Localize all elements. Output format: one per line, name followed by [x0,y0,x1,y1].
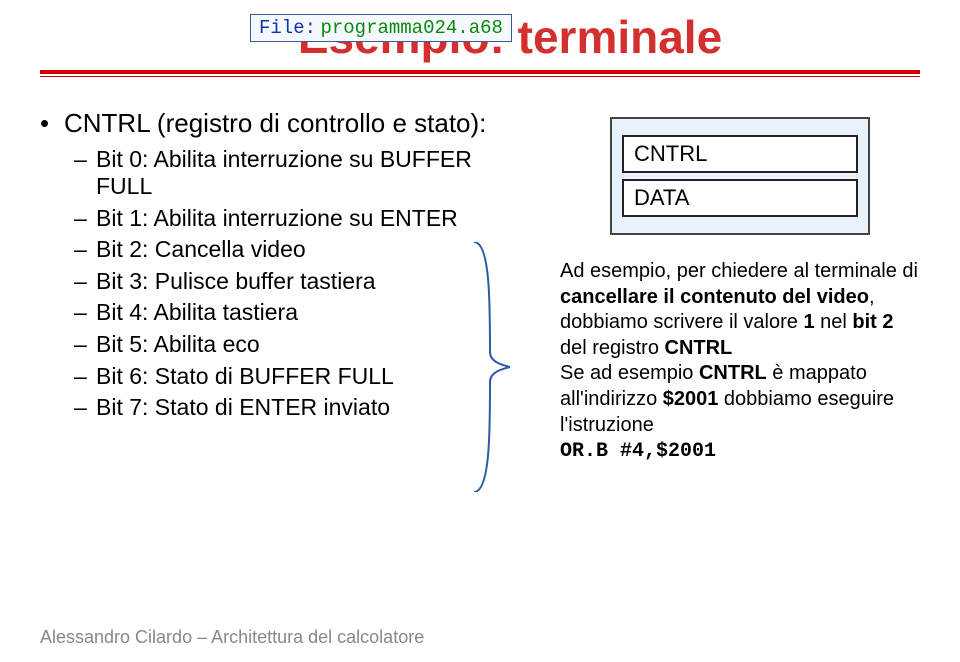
desc-text: Ad esempio, per chiedere al terminale di [560,260,918,282]
file-key: File: [259,17,316,39]
right-column: CNTRL DATA Ad esempio, per chiedere al t… [500,89,920,465]
register-block: CNTRL DATA [610,117,870,235]
divider-thin [40,76,920,77]
desc-bold: CNTRL [699,362,767,384]
desc-text: nel [815,311,853,333]
sub-bullet: Bit 7: Stato di ENTER inviato [40,394,490,422]
brace-icon [462,242,510,492]
sub-bullet: Bit 0: Abilita interruzione su BUFFER FU… [40,146,490,201]
sub-bullet: Bit 4: Abilita tastiera [40,299,490,327]
file-value: programma024.a68 [320,17,502,39]
divider-thick [40,70,920,74]
sub-bullet: Bit 3: Pulisce buffer tastiera [40,268,490,296]
sub-bullet: Bit 5: Abilita eco [40,331,490,359]
slide: Esempio: terminale File: programma024.a6… [0,0,960,662]
main-bullet: CNTRL (registro di controllo e stato): [40,107,490,140]
desc-text: del registro [560,337,665,359]
desc-bold: 1 [803,311,814,333]
sub-bullet: Bit 6: Stato di BUFFER FULL [40,363,490,391]
desc-bold: cancellare il contenuto del video [560,286,869,308]
sub-bullet: Bit 2: Cancella video [40,236,490,264]
desc-bold: bit 2 [852,311,893,333]
footer-text: Alessandro Cilardo – Architettura del ca… [40,627,424,648]
desc-text: Se ad esempio [560,362,699,384]
register-cntrl: CNTRL [622,135,858,173]
sub-bullet: Bit 1: Abilita interruzione su ENTER [40,205,490,233]
register-data: DATA [622,179,858,217]
desc-bold: CNTRL [665,337,733,359]
desc-code: OR.B #4,$2001 [560,440,716,463]
file-label-box: File: programma024.a68 [250,14,512,42]
desc-bold: $2001 [663,388,719,410]
description-text: Ad esempio, per chiedere al terminale di… [560,259,920,465]
left-column: CNTRL (registro di controllo e stato): B… [40,89,490,465]
